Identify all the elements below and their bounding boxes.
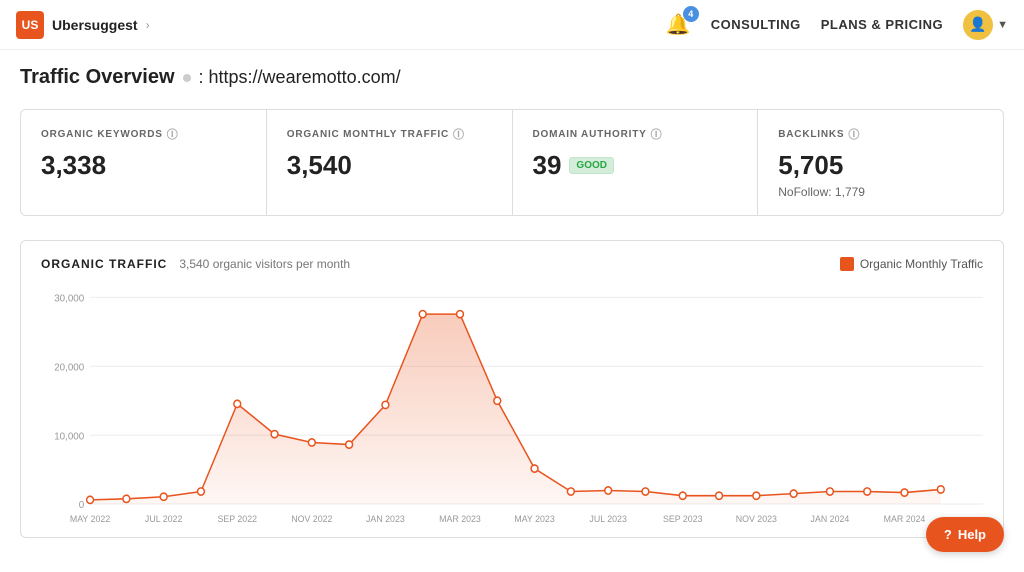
- stat-value-monthly-traffic: 3,540: [287, 150, 492, 181]
- info-icon-domain-authority[interactable]: ⓘ: [651, 126, 663, 142]
- info-icon-monthly-traffic[interactable]: ⓘ: [453, 126, 465, 142]
- svg-text:MAY 2023: MAY 2023: [514, 514, 554, 524]
- chart-title-group: ORGANIC TRAFFIC 3,540 organic visitors p…: [41, 257, 350, 271]
- info-icon-keywords[interactable]: ⓘ: [167, 126, 179, 142]
- traffic-chart: 30,000 20,000 10,000 0: [41, 287, 983, 527]
- stat-value-keywords: 3,338: [41, 150, 246, 181]
- svg-text:JAN 2023: JAN 2023: [366, 514, 405, 524]
- stat-label-monthly-traffic: ORGANIC MONTHLY TRAFFIC ⓘ: [287, 126, 492, 142]
- svg-text:NOV 2022: NOV 2022: [291, 514, 332, 524]
- info-icon-backlinks[interactable]: ⓘ: [848, 126, 860, 142]
- stat-label-keywords: ORGANIC KEYWORDS ⓘ: [41, 126, 246, 142]
- avatar: 👤: [963, 10, 993, 40]
- top-navigation: US Ubersuggest › 🔔 4 CONSULTING PLANS & …: [0, 0, 1024, 50]
- brand-section: US Ubersuggest ›: [16, 11, 150, 39]
- svg-text:30,000: 30,000: [54, 293, 84, 304]
- stat-value-backlinks: 5,705: [778, 150, 983, 181]
- svg-text:JAN 2024: JAN 2024: [811, 514, 850, 524]
- svg-text:0: 0: [79, 500, 85, 511]
- svg-text:SEP 2023: SEP 2023: [663, 514, 703, 524]
- stat-card-backlinks: BACKLINKS ⓘ 5,705 NoFollow: 1,779: [758, 110, 1003, 215]
- legend-label: Organic Monthly Traffic: [860, 257, 983, 271]
- help-icon: ?: [944, 527, 952, 542]
- notification-count: 4: [683, 6, 699, 22]
- page-content: Traffic Overview : https://wearemotto.co…: [0, 50, 1024, 554]
- help-label: Help: [958, 527, 986, 542]
- chart-header: ORGANIC TRAFFIC 3,540 organic visitors p…: [41, 257, 983, 271]
- svg-text:JUL 2023: JUL 2023: [589, 514, 626, 524]
- pricing-nav[interactable]: PLANS & PRICING: [821, 17, 943, 32]
- svg-text:MAR 2023: MAR 2023: [439, 514, 481, 524]
- svg-text:20,000: 20,000: [54, 362, 84, 373]
- stat-label-domain-authority: DOMAIN AUTHORITY ⓘ: [533, 126, 738, 142]
- brand-name[interactable]: Ubersuggest: [52, 17, 138, 33]
- nofollow-count: NoFollow: 1,779: [778, 185, 983, 199]
- analyzed-url: : https://wearemotto.com/: [199, 67, 401, 88]
- consulting-nav[interactable]: CONSULTING: [711, 17, 801, 32]
- logo-badge: US: [16, 11, 44, 39]
- chart-subtitle: 3,540 organic visitors per month: [179, 257, 350, 271]
- stat-card-domain-authority: DOMAIN AUTHORITY ⓘ 39 GOOD: [513, 110, 759, 215]
- chart-section: ORGANIC TRAFFIC 3,540 organic visitors p…: [20, 240, 1004, 538]
- svg-text:JUL 2022: JUL 2022: [145, 514, 182, 524]
- chart-area: 30,000 20,000 10,000 0: [41, 287, 983, 527]
- svg-text:NOV 2023: NOV 2023: [736, 514, 777, 524]
- good-badge: GOOD: [569, 157, 614, 174]
- svg-text:10,000: 10,000: [54, 431, 84, 442]
- user-avatar-menu[interactable]: 👤 ▼: [963, 10, 1008, 40]
- title-dot: [183, 74, 191, 82]
- stat-label-backlinks: BACKLINKS ⓘ: [778, 126, 983, 142]
- stat-card-keywords: ORGANIC KEYWORDS ⓘ 3,338: [21, 110, 267, 215]
- stat-card-monthly-traffic: ORGANIC MONTHLY TRAFFIC ⓘ 3,540: [267, 110, 513, 215]
- chart-title: ORGANIC TRAFFIC: [41, 257, 167, 271]
- page-title-row: Traffic Overview : https://wearemotto.co…: [20, 66, 1004, 89]
- svg-text:MAY 2022: MAY 2022: [70, 514, 110, 524]
- chart-legend: Organic Monthly Traffic: [840, 257, 983, 271]
- svg-text:SEP 2022: SEP 2022: [217, 514, 257, 524]
- notification-bell[interactable]: 🔔 4: [666, 12, 691, 37]
- stats-cards: ORGANIC KEYWORDS ⓘ 3,338 ORGANIC MONTHLY…: [20, 109, 1004, 216]
- legend-color-swatch: [840, 257, 854, 271]
- help-button[interactable]: ? Help: [926, 517, 1004, 552]
- stat-value-domain-authority: 39 GOOD: [533, 150, 738, 181]
- page-title-text: Traffic Overview: [20, 66, 175, 89]
- breadcrumb-chevron: ›: [146, 18, 150, 32]
- svg-text:MAR 2024: MAR 2024: [884, 514, 926, 524]
- avatar-chevron-icon: ▼: [997, 19, 1008, 31]
- header-actions: 🔔 4 CONSULTING PLANS & PRICING 👤 ▼: [666, 10, 1008, 40]
